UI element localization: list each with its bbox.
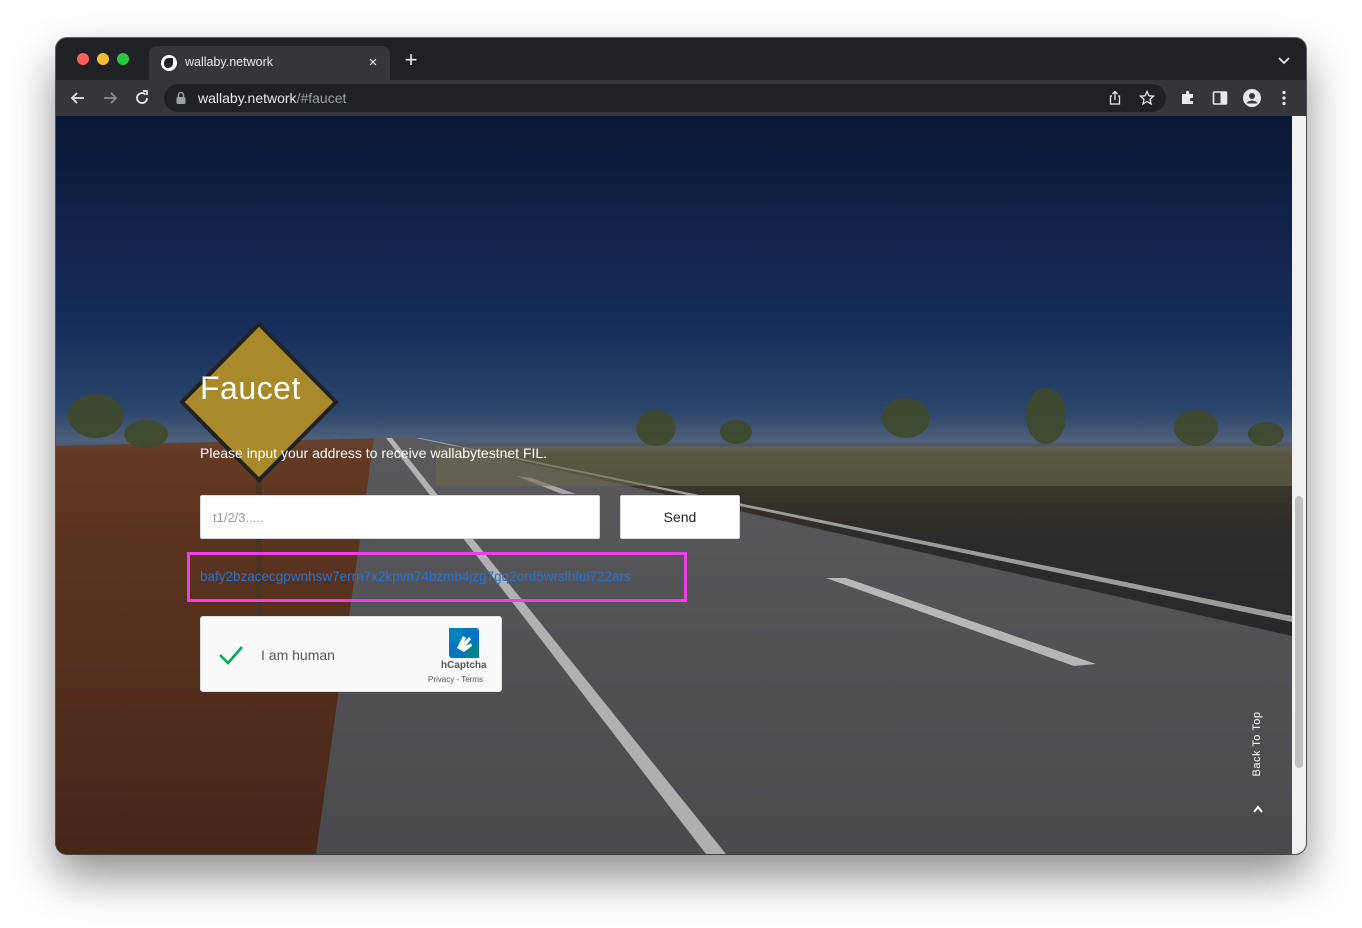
faucet-page: Faucet Please input your address to rece…: [56, 116, 1292, 854]
extensions-puzzle-icon[interactable]: [1178, 88, 1198, 108]
url-host: wallaby.network: [198, 90, 297, 106]
back-to-top-button[interactable]: Back To Top: [1248, 676, 1268, 816]
back-arrow-icon[interactable]: [68, 88, 88, 108]
profile-avatar-icon[interactable]: [1242, 88, 1262, 108]
url-path: /#faucet: [296, 90, 347, 106]
transaction-cid-link[interactable]: bafy2bzacecgpwnhsw7errn7x2kpvn74bzmb4jzg…: [200, 569, 631, 584]
minimize-window-button[interactable]: [97, 53, 109, 65]
browser-tab[interactable]: wallaby.network ×: [149, 46, 390, 80]
more-menu-icon[interactable]: [1274, 88, 1294, 108]
close-window-button[interactable]: [77, 53, 89, 65]
send-button[interactable]: Send: [620, 495, 740, 539]
page-subtitle: Please input your address to receive wal…: [200, 445, 548, 461]
tab-close-icon[interactable]: ×: [364, 54, 382, 72]
hcaptcha-widget: I am human hCaptcha Privacy - Terms: [200, 616, 502, 692]
share-icon[interactable]: [1107, 90, 1123, 106]
outback-road-background: [56, 321, 1292, 854]
page-title: Faucet: [200, 370, 301, 406]
kangaroo-favicon-icon: [161, 55, 177, 71]
tab-strip: wallaby.network × +: [56, 38, 1306, 80]
hcaptcha-logo-icon: [449, 628, 479, 658]
highlight-box: bafy2bzacecgpwnhsw7errn7x2kpvn74bzmb4jzg…: [187, 552, 687, 602]
url-text: wallaby.network/#faucet: [198, 90, 346, 106]
reload-icon[interactable]: [132, 88, 152, 108]
browser-window: wallaby.network × + wallaby.network/#fau…: [56, 38, 1306, 854]
new-tab-button[interactable]: +: [402, 49, 420, 71]
captcha-privacy-terms-links[interactable]: Privacy - Terms: [428, 675, 483, 684]
tab-title: wallaby.network: [185, 55, 274, 69]
forward-arrow-icon[interactable]: [100, 88, 120, 108]
address-bar[interactable]: wallaby.network/#faucet: [164, 84, 1166, 112]
captcha-label: I am human: [261, 647, 335, 663]
browser-toolbar: wallaby.network/#faucet: [56, 80, 1306, 116]
chevron-up-icon: [1253, 805, 1263, 813]
side-panel-icon[interactable]: [1210, 88, 1230, 108]
maximize-window-button[interactable]: [117, 53, 129, 65]
checkmark-icon[interactable]: [217, 643, 245, 667]
chevron-down-icon[interactable]: [1276, 52, 1292, 68]
lock-icon: [176, 91, 186, 104]
captcha-brand: hCaptcha: [441, 660, 487, 671]
scrollbar-thumb[interactable]: [1295, 496, 1303, 768]
back-to-top-label: Back To Top: [1251, 711, 1263, 777]
address-input[interactable]: [200, 495, 600, 539]
bookmark-star-icon[interactable]: [1139, 90, 1155, 106]
